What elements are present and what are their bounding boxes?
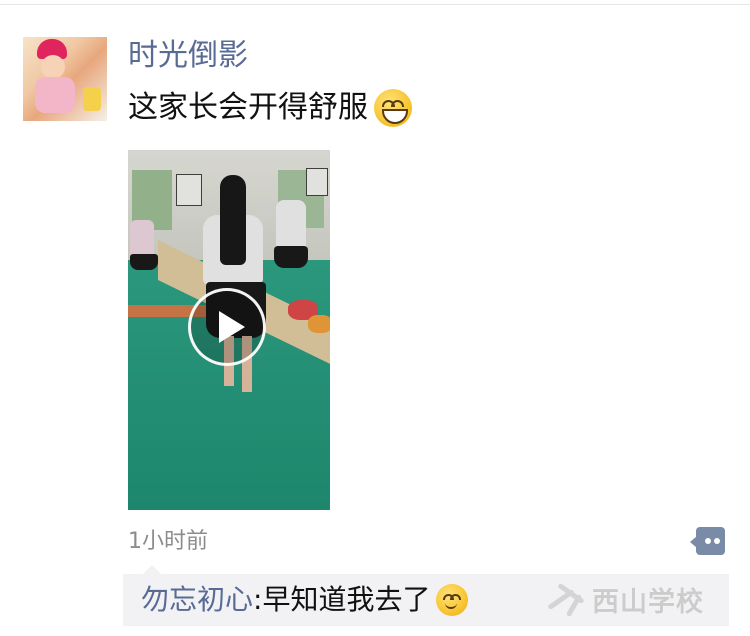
watermark: 西山学校 [540,576,704,622]
comment-separator: : [253,583,263,616]
comment-icon-dot [714,538,720,544]
grinning-face-emoji-icon [374,89,412,127]
play-triangle [219,311,245,343]
post-author-name[interactable]: 时光倒影 [128,36,248,76]
avatar[interactable] [23,37,107,121]
comment-icon[interactable] [690,527,725,555]
top-divider [0,4,750,5]
post-timestamp: 1小时前 [128,529,208,554]
comment-item[interactable]: 勿忘初心 : 早知道我去了 [141,580,469,620]
post-text-content: 这家长会开得舒服 [128,90,368,125]
school-logo-icon [540,579,592,619]
video-thumbnail[interactable] [128,150,330,510]
smiling-face-emoji-icon [436,584,469,616]
watermark-text: 西山学校 [592,586,704,618]
comment-icon-dot [705,538,711,544]
avatar-photo-toy [83,87,101,111]
comment-text: 早知道我去了 [262,583,431,616]
post-text: 这家长会开得舒服 [128,88,412,128]
comment-author[interactable]: 勿忘初心 [141,580,253,620]
play-icon[interactable] [188,288,266,366]
avatar-photo-body [35,77,75,113]
avatar-photo-face [41,55,65,79]
